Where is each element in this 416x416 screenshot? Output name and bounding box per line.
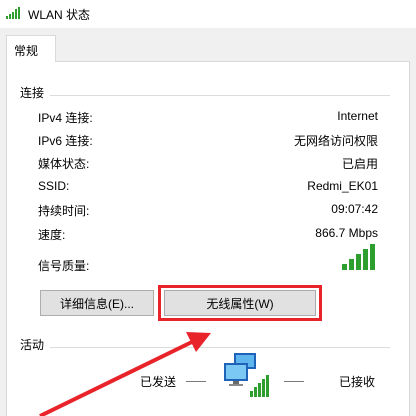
signal-bar <box>342 264 347 270</box>
duration-label: 持续时间: <box>38 204 90 218</box>
signal-bar <box>363 249 368 270</box>
received-dash <box>284 381 304 382</box>
activity-section-title: 活动 <box>20 336 51 353</box>
duration-value: 09:07:42 <box>331 202 378 216</box>
media-state-label: 媒体状态: <box>38 157 90 171</box>
details-button[interactable]: 详细信息(E)... <box>40 290 154 316</box>
connection-section-title: 连接 <box>20 84 51 101</box>
signal-bar <box>349 259 354 270</box>
tab-general-label: 常规 <box>14 44 39 58</box>
activity-divider <box>20 347 390 348</box>
highlight-box <box>158 285 322 321</box>
ipv6-value: 无网络访问权限 <box>293 134 378 148</box>
speed-value: 866.7 Mbps <box>315 226 378 240</box>
signal-quality-label: 信号质量: <box>38 259 90 273</box>
sent-label: 已发送 <box>140 375 177 389</box>
tab-general[interactable]: 常规 <box>6 35 56 62</box>
ipv4-value: Internet <box>337 109 378 123</box>
ipv4-label: IPv4 连接: <box>38 111 93 125</box>
media-state-value: 已启用 <box>341 157 378 171</box>
ssid-value: Redmi_EK01 <box>307 179 378 193</box>
signal-strength-icon <box>342 244 375 270</box>
network-computer-icon <box>224 353 269 397</box>
received-label: 已接收 <box>339 375 376 389</box>
signal-bar <box>370 244 375 270</box>
sent-dash <box>186 381 206 382</box>
window-title: WLAN 状态 <box>28 8 91 22</box>
speed-label: 速度: <box>38 228 66 242</box>
wifi-signal-icon <box>6 7 20 19</box>
connection-divider <box>20 95 390 96</box>
signal-bar <box>356 254 361 270</box>
wlan-status-window: WLAN 状态 常规 连接 IPv4 连接: Internet IPv6 连接:… <box>0 0 416 416</box>
ssid-label: SSID: <box>38 179 70 193</box>
ipv6-label: IPv6 连接: <box>38 134 93 148</box>
title-bar: WLAN 状态 <box>0 0 416 28</box>
